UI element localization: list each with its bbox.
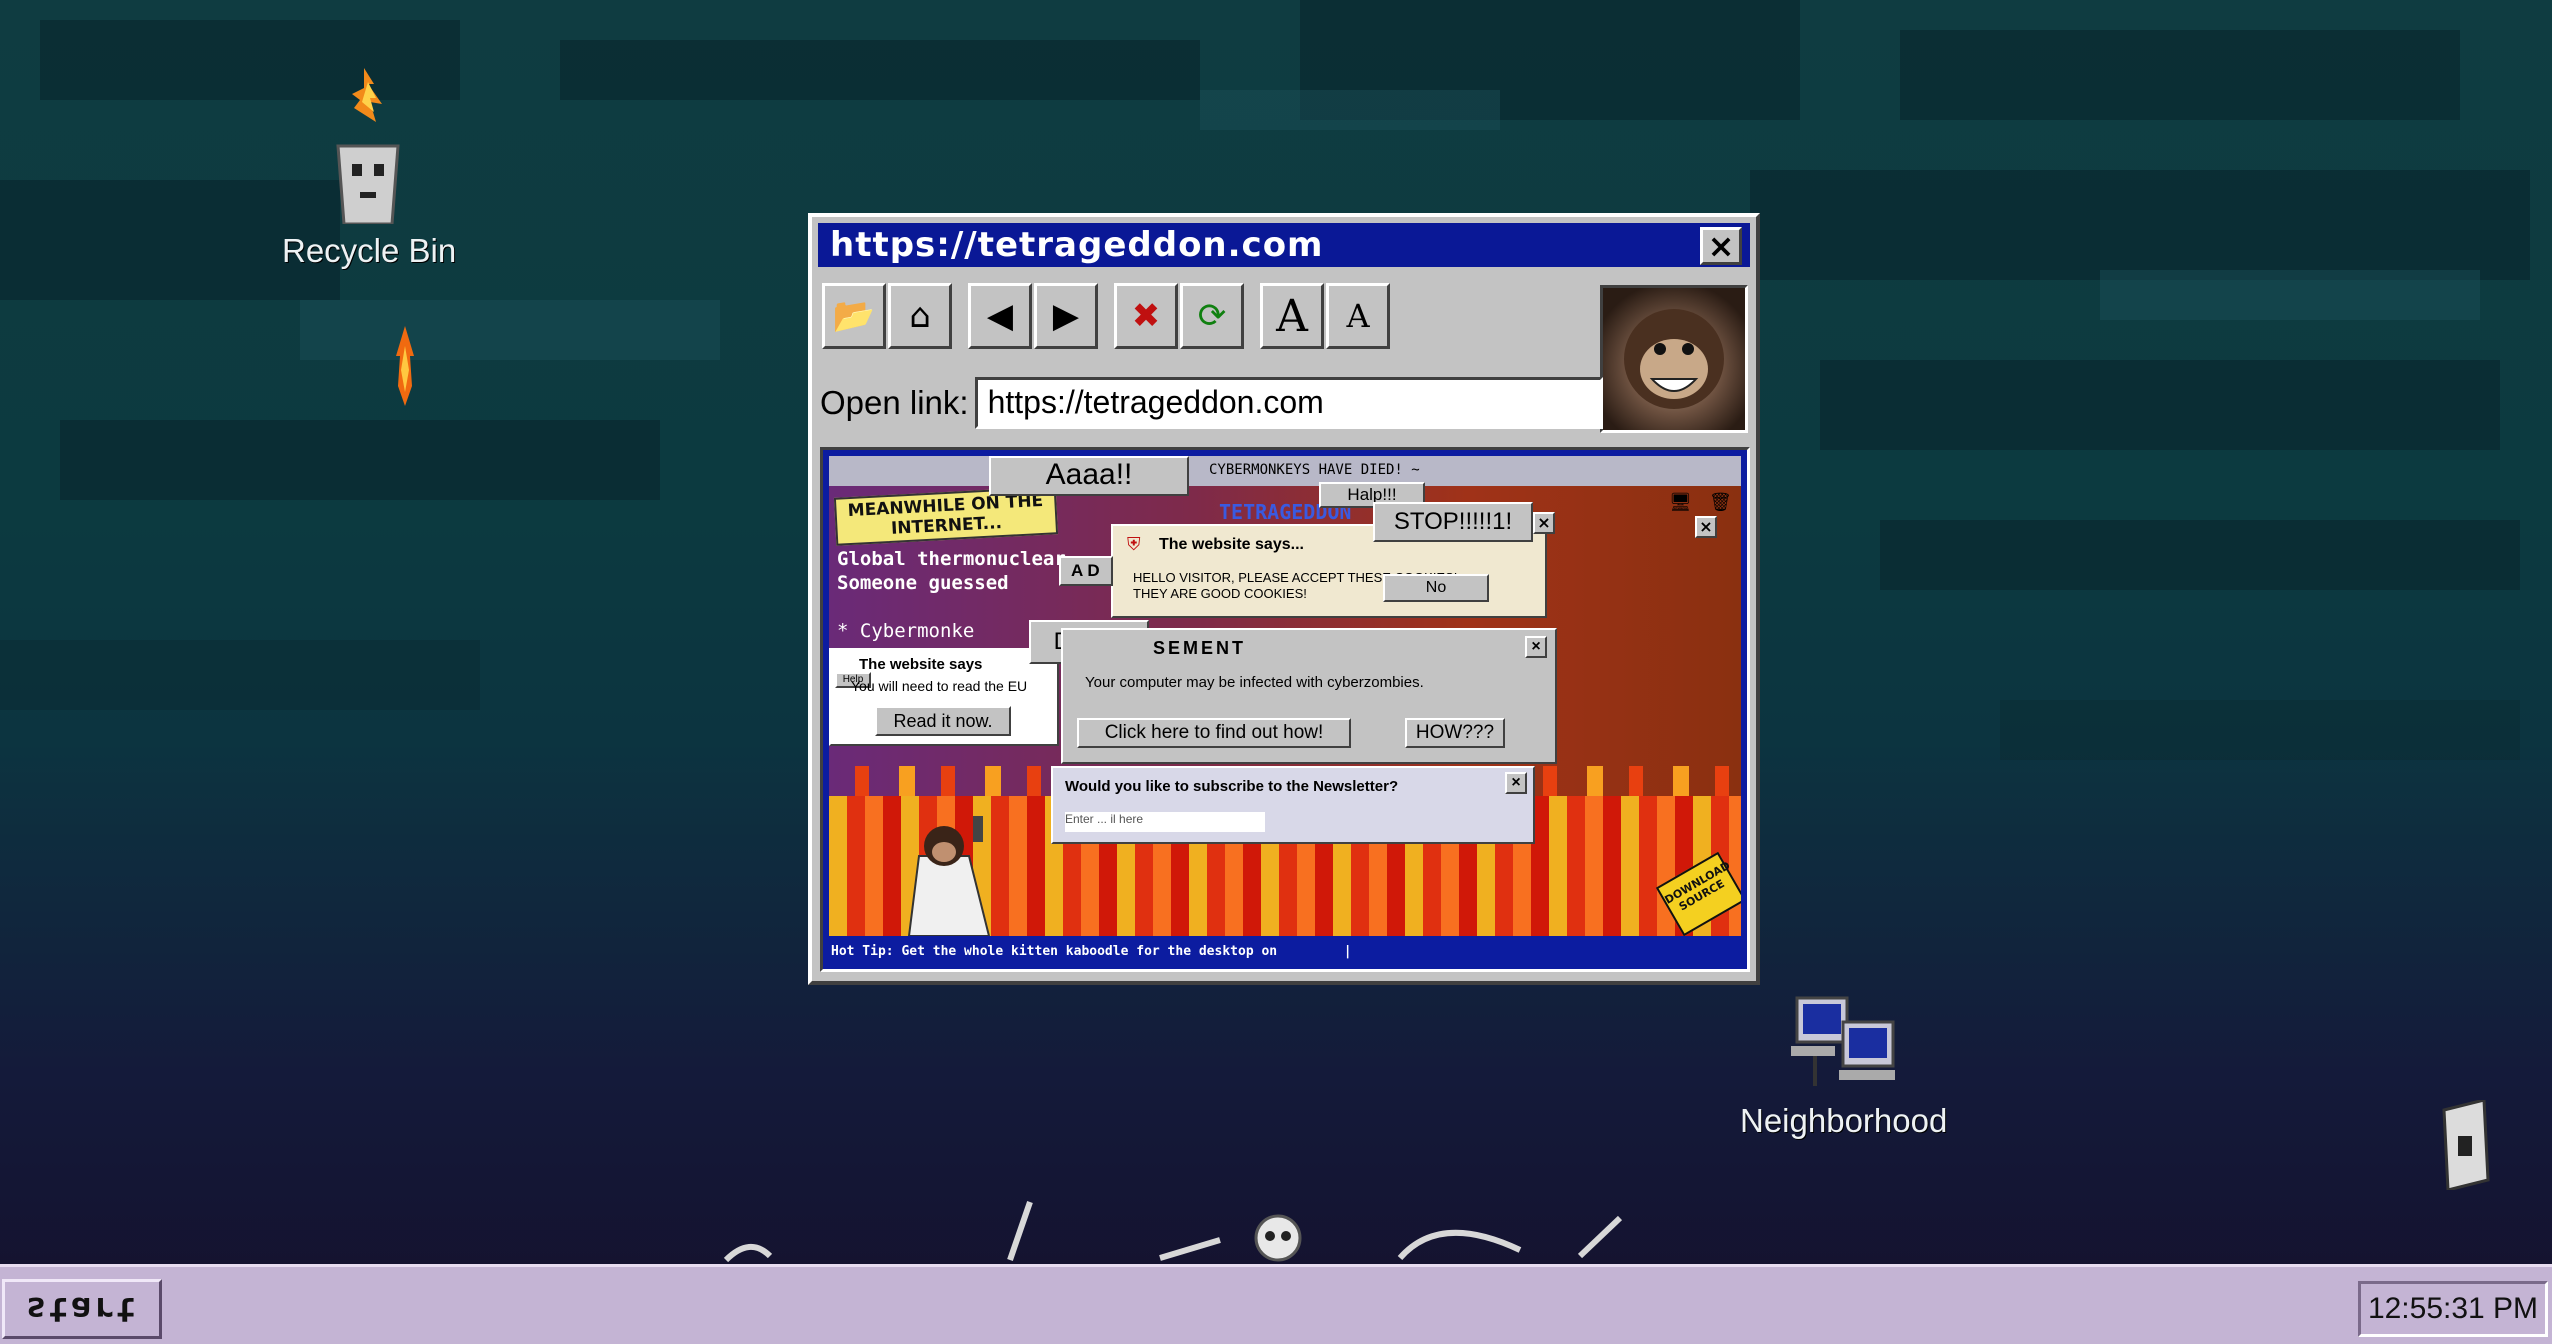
read-it-now-button[interactable]: Read it now.: [875, 706, 1011, 736]
door-icon[interactable]: [2440, 1100, 2492, 1190]
hot-tip-text: Hot Tip: Get the whole kitten kaboodle f…: [831, 944, 1399, 959]
browser-window[interactable]: https://tetrageddon.com × 📂 ⌂ ◀ ▶ ✖ ⟳ A …: [808, 213, 1760, 985]
start-label: start: [25, 1289, 139, 1329]
ad-title: SEMENT: [1153, 638, 1247, 658]
home-icon: ⌂: [909, 296, 931, 336]
cookies-no-button[interactable]: No: [1383, 574, 1489, 602]
trash-icon: 🗑: [1709, 492, 1732, 513]
back-button[interactable]: ◀: [968, 283, 1032, 349]
find-out-how-button[interactable]: Click here to find out how!: [1077, 718, 1351, 748]
browser-titlebar[interactable]: https://tetrageddon.com ×: [818, 223, 1750, 267]
shield-icon: ⛨: [1127, 534, 1141, 554]
font-smaller-icon: A: [1346, 297, 1370, 335]
ad-small-header: A D: [1059, 556, 1113, 586]
aaaa-button[interactable]: Aaaa!!: [989, 456, 1189, 496]
newsletter-title: Would you like to subscribe to the Newsl…: [1065, 778, 1399, 795]
ad-body: Your computer may be infected with cyber…: [1085, 674, 1424, 691]
url-input[interactable]: https://tetrageddon.com: [974, 377, 1603, 429]
arrow-right-icon: ▶: [1052, 296, 1080, 336]
advertisement-popup: SEMENT × Your computer may be infected w…: [1061, 628, 1557, 764]
refresh-icon: ⟳: [1197, 296, 1227, 336]
folder-icon: 📂: [832, 296, 876, 336]
news-line-1: Global thermonuclear: [837, 548, 1066, 570]
newsletter-popup: Would you like to subscribe to the Newsl…: [1051, 766, 1535, 844]
refresh-button[interactable]: ⟳: [1180, 283, 1244, 349]
open-folder-button[interactable]: 📂: [822, 283, 886, 349]
close-button[interactable]: ×: [1700, 227, 1742, 265]
monkey-avatar: [1600, 285, 1748, 433]
neighborhood-icon-container[interactable]: Neighborhood: [1740, 994, 1947, 1140]
cookies-close-button[interactable]: ×: [1695, 516, 1717, 538]
news-line-2: Someone guessed: [837, 572, 1009, 594]
ad-close-button[interactable]: ×: [1525, 636, 1547, 658]
stop-button[interactable]: ✖: [1114, 283, 1178, 349]
font-larger-icon: A: [1276, 290, 1308, 342]
hot-tip-link-1[interactable]: [1289, 944, 1336, 959]
hot-tip: Hot Tip: Get the whole kitten kaboodle f…: [831, 944, 1278, 959]
hot-tip-link-2[interactable]: [1359, 944, 1398, 959]
taskbar: start 12:55:31 PM: [0, 1264, 2552, 1344]
recycle-bin-icon-container[interactable]: Recycle Bin: [282, 64, 456, 270]
eula-popup: The website says Help You will need to r…: [829, 648, 1059, 746]
eula-title: The website says: [859, 656, 983, 673]
news-line-3: * Cybermonke: [837, 620, 975, 642]
stop-page-icon: ✖: [1131, 296, 1161, 336]
stop-popup-close[interactable]: ×: [1533, 512, 1555, 534]
monkey-face-icon: [1624, 309, 1724, 409]
start-button[interactable]: start: [2, 1279, 162, 1339]
web-page: CYBERMONKEYS HAVE DIED! ~ MEANWHILE ON T…: [829, 456, 1741, 936]
font-larger-button[interactable]: A: [1260, 283, 1324, 349]
how-button[interactable]: HOW???: [1405, 718, 1505, 748]
ticker-text: CYBERMONKEYS HAVE DIED! ~: [1209, 462, 1420, 478]
bones-decoration-icon: [723, 1201, 1623, 1263]
hot-tip-separator: |: [1343, 944, 1352, 959]
cookies-body-2: THEY ARE GOOD COOKIES!: [1133, 586, 1307, 601]
web-viewport[interactable]: CYBERMONKEYS HAVE DIED! ~ MEANWHILE ON T…: [820, 447, 1750, 972]
recycle-bin-icon: [336, 68, 400, 224]
system-clock: 12:55:31 PM: [2358, 1281, 2548, 1337]
scientist-monkey-icon: [907, 816, 991, 936]
cookies-title: The website says...: [1159, 536, 1304, 553]
flame-icon: [396, 326, 414, 406]
font-smaller-button[interactable]: A: [1326, 283, 1390, 349]
open-link-row: Open link: https://tetrageddon.com: [820, 377, 1603, 429]
eula-body: You will need to read the EU: [851, 678, 1028, 694]
ticker-bar: CYBERMONKEYS HAVE DIED! ~: [829, 456, 1741, 486]
newsletter-email-input[interactable]: Enter ... il here: [1065, 812, 1265, 832]
browser-toolbar: 📂 ⌂ ◀ ▶ ✖ ⟳ A A: [822, 283, 1400, 359]
home-button[interactable]: ⌂: [888, 283, 952, 349]
newsletter-close-button[interactable]: ×: [1505, 772, 1527, 794]
stop-popup-button[interactable]: STOP!!!!!1!: [1373, 502, 1533, 542]
open-link-label: Open link:: [820, 384, 969, 421]
recycle-bin-label: Recycle Bin: [282, 232, 457, 269]
close-icon: ×: [1707, 227, 1735, 265]
network-computers-icon: [1790, 996, 1895, 1086]
forward-button[interactable]: ▶: [1034, 283, 1098, 349]
arrow-left-icon: ◀: [986, 296, 1014, 336]
pc-icon: 🖥: [1669, 492, 1692, 513]
neighborhood-label: Neighborhood: [1740, 1102, 1948, 1139]
browser-title: https://tetrageddon.com: [830, 225, 1324, 265]
